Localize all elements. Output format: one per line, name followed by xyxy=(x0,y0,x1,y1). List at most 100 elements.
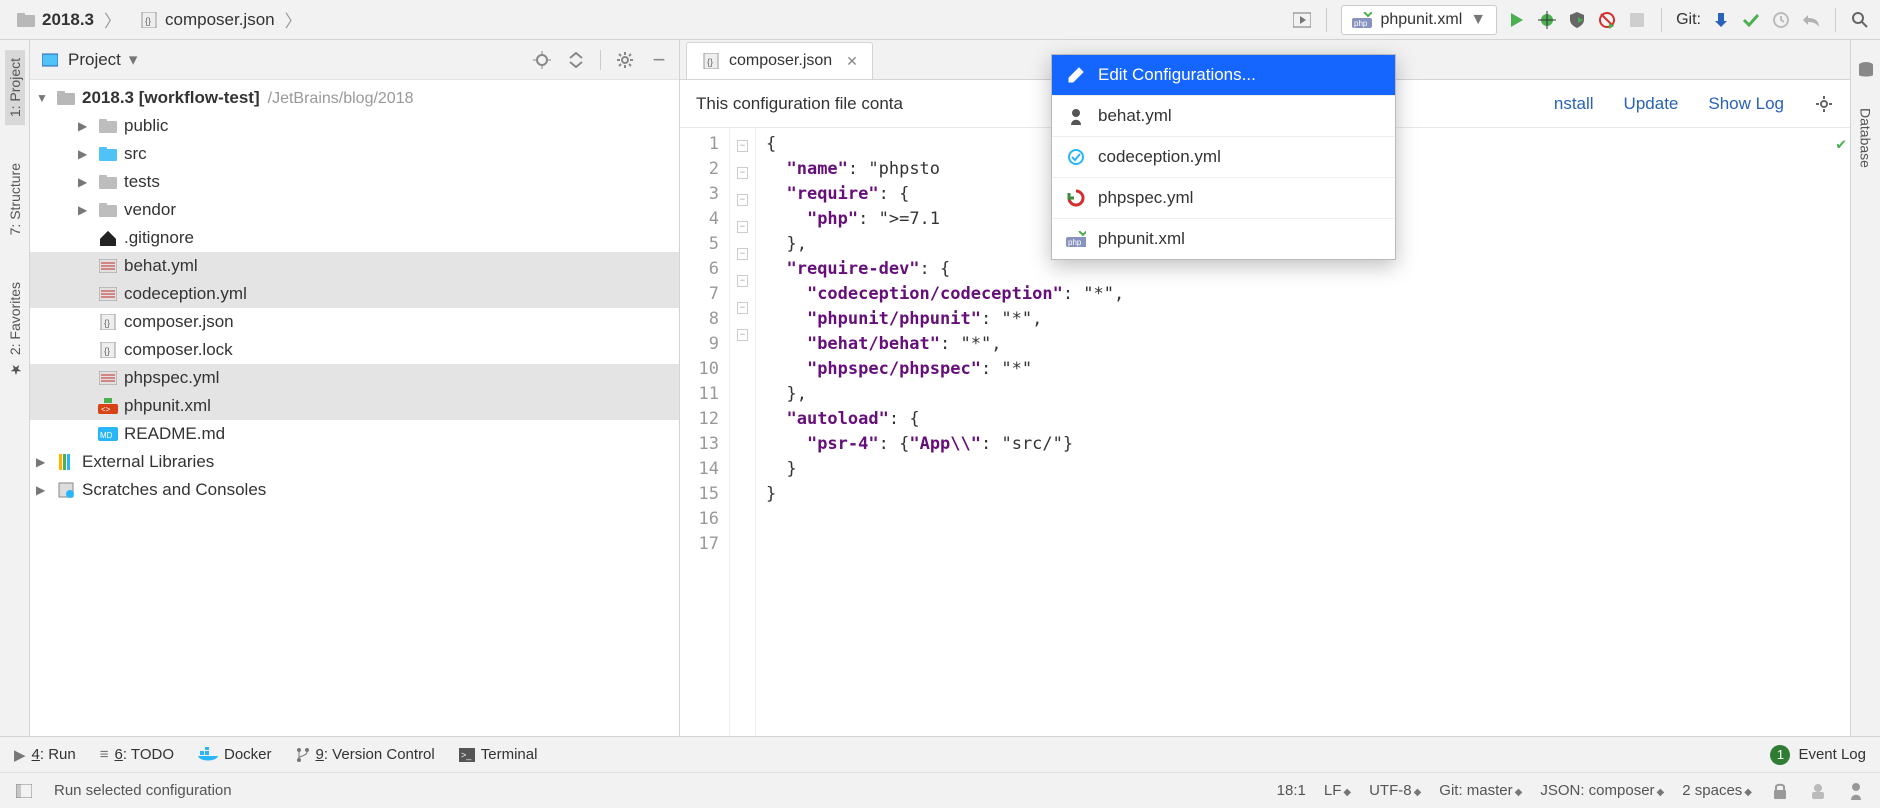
revert-icon[interactable] xyxy=(1801,10,1821,30)
profile-icon[interactable] xyxy=(1597,10,1617,30)
dropdown-item[interactable]: behat.yml xyxy=(1052,96,1395,137)
git-label: Git: xyxy=(1676,11,1701,29)
scratches[interactable]: ▶ Scratches and Consoles xyxy=(30,476,679,504)
editor-tab[interactable]: {} composer.json ✕ xyxy=(686,42,873,79)
collapse-icon[interactable] xyxy=(566,50,586,70)
run-target-icon[interactable] xyxy=(1292,10,1312,30)
tree-item[interactable]: .gitignore xyxy=(30,224,679,252)
tree-item[interactable]: behat.yml xyxy=(30,252,679,280)
left-tool-gutter: 1: Project 7: Structure ★2: Favorites xyxy=(0,40,30,736)
project-panel-header: Project ▾ − xyxy=(30,40,679,80)
project-view-selector[interactable]: Project ▾ xyxy=(40,50,137,70)
install-link[interactable]: nstall xyxy=(1554,94,1594,114)
show-log-link[interactable]: Show Log xyxy=(1708,94,1784,114)
file-encoding[interactable]: UTF-8◆ xyxy=(1369,782,1421,799)
file-icon: {} xyxy=(98,340,118,360)
close-icon[interactable]: ✕ xyxy=(846,53,858,70)
line-number-gutter: 1234567891011121314151617 xyxy=(680,128,730,736)
tool-windows-icon[interactable] xyxy=(14,781,34,801)
php-run-icon: php xyxy=(1352,10,1372,30)
history-icon[interactable] xyxy=(1771,10,1791,30)
locate-icon[interactable] xyxy=(532,50,552,70)
tree-item[interactable]: ▶tests xyxy=(30,168,679,196)
stop-icon[interactable] xyxy=(1627,10,1647,30)
terminal-tool-button[interactable]: >_Terminal xyxy=(459,746,538,763)
phpspec-icon xyxy=(1066,188,1086,208)
breadcrumb-item[interactable]: 2018.3〉 xyxy=(10,5,127,34)
run-icon[interactable] xyxy=(1507,10,1527,30)
hide-icon[interactable]: − xyxy=(649,50,669,70)
external-libraries[interactable]: ▶ External Libraries xyxy=(30,448,679,476)
tree-item[interactable]: {}composer.lock xyxy=(30,336,679,364)
tree-item[interactable]: ▶vendor xyxy=(30,196,679,224)
update-project-icon[interactable] xyxy=(1711,10,1731,30)
file-icon xyxy=(98,200,118,220)
folder-icon xyxy=(56,88,76,108)
docker-icon xyxy=(198,747,218,763)
folder-icon xyxy=(16,10,36,30)
tree-item[interactable]: <>phpunit.xml xyxy=(30,392,679,420)
inspection-ok-icon[interactable]: ✔ xyxy=(1836,134,1846,153)
edit-icon xyxy=(1066,65,1086,85)
memory-icon[interactable] xyxy=(1846,781,1866,801)
tree-item[interactable]: phpspec.yml xyxy=(30,364,679,392)
dropdown-item[interactable]: phpphpunit.xml xyxy=(1052,219,1395,259)
tree-item[interactable]: MDREADME.md xyxy=(30,420,679,448)
info-text: This configuration file conta xyxy=(696,94,903,114)
fold-gutter[interactable]: −−−−−−−− xyxy=(730,128,756,736)
file-icon xyxy=(98,228,118,248)
gutter-tab-project[interactable]: 1: Project xyxy=(5,50,25,125)
gear-icon[interactable] xyxy=(1814,94,1834,114)
branch-icon xyxy=(296,747,310,763)
json-icon: {} xyxy=(139,10,159,30)
lock-icon[interactable] xyxy=(1770,781,1790,801)
gutter-tab-favorites[interactable]: ★2: Favorites xyxy=(5,274,25,385)
docker-tool-button[interactable]: Docker xyxy=(198,746,272,763)
language-mode[interactable]: JSON: composer◆ xyxy=(1540,782,1664,799)
search-icon[interactable] xyxy=(1850,10,1870,30)
project-tree[interactable]: ▼ 2018.3 [workflow-test]/JetBrains/blog/… xyxy=(30,80,679,736)
indent-config[interactable]: 2 spaces◆ xyxy=(1682,782,1752,799)
update-link[interactable]: Update xyxy=(1624,94,1679,114)
svg-text:{}: {} xyxy=(707,57,713,67)
tree-item[interactable]: ▶src xyxy=(30,140,679,168)
svg-text:MD: MD xyxy=(100,431,113,440)
file-icon xyxy=(98,256,118,276)
dropdown-item[interactable]: Edit Configurations... xyxy=(1052,55,1395,96)
svg-text:php: php xyxy=(1354,19,1368,28)
libraries-icon xyxy=(56,452,76,472)
json-icon: {} xyxy=(701,51,721,71)
navigation-bar: 2018.3〉 {} composer.json〉 php phpunit.xm… xyxy=(0,0,1880,40)
todo-tool-button[interactable]: ≡6: TODO xyxy=(100,746,174,763)
debug-icon[interactable] xyxy=(1537,10,1557,30)
tree-item[interactable]: ▶public xyxy=(30,112,679,140)
status-bar: Run selected configuration 18:1 LF◆ UTF-… xyxy=(0,772,1880,808)
run-tool-button[interactable]: ▶4: Run xyxy=(14,746,76,764)
git-branch[interactable]: Git: master◆ xyxy=(1439,782,1522,799)
gear-icon[interactable] xyxy=(615,50,635,70)
tree-root[interactable]: ▼ 2018.3 [workflow-test]/JetBrains/blog/… xyxy=(30,84,679,112)
coverage-icon[interactable] xyxy=(1567,10,1587,30)
gutter-tab-database[interactable]: Database xyxy=(1856,100,1876,176)
file-icon: {} xyxy=(98,312,118,332)
line-separator[interactable]: LF◆ xyxy=(1324,782,1351,799)
dropdown-item[interactable]: codeception.yml xyxy=(1052,137,1395,178)
database-icon[interactable] xyxy=(1856,60,1876,80)
codeception-icon xyxy=(1066,147,1086,167)
file-icon xyxy=(98,116,118,136)
tree-item[interactable]: {}composer.json xyxy=(30,308,679,336)
dropdown-item[interactable]: phpspec.yml xyxy=(1052,178,1395,219)
hector-icon[interactable] xyxy=(1808,781,1828,801)
commit-icon[interactable] xyxy=(1741,10,1761,30)
caret-position[interactable]: 18:1 xyxy=(1277,782,1306,799)
gutter-tab-structure[interactable]: 7: Structure xyxy=(5,155,25,243)
run-config-selector[interactable]: php phpunit.xml ▼ xyxy=(1341,5,1497,35)
vcs-tool-button[interactable]: 9: Version Control xyxy=(296,746,435,763)
breadcrumb-item[interactable]: {} composer.json〉 xyxy=(133,5,308,34)
status-hint: Run selected configuration xyxy=(54,782,232,799)
svg-text:{}: {} xyxy=(104,318,110,328)
file-icon xyxy=(98,172,118,192)
event-log-button[interactable]: 1Event Log xyxy=(1770,745,1866,765)
tree-item[interactable]: codeception.yml xyxy=(30,280,679,308)
svg-text:{}: {} xyxy=(145,16,151,26)
